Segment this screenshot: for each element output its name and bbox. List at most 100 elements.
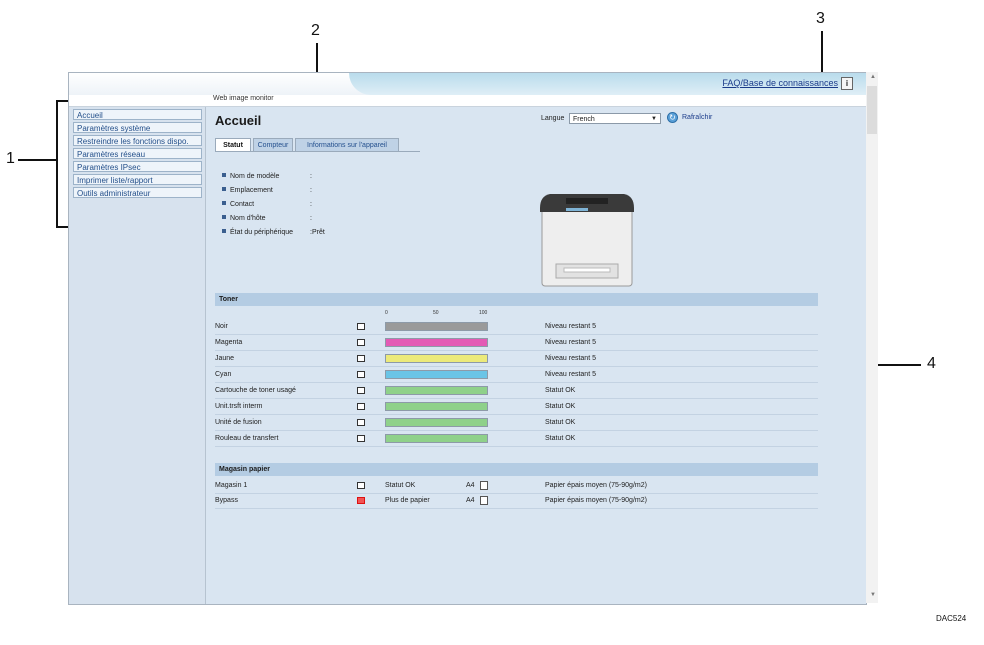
bullet-icon — [222, 229, 226, 233]
device-row-contact: Contact: — [222, 201, 312, 208]
scrollbar-thumb[interactable] — [867, 86, 877, 134]
info-icon[interactable]: i — [841, 77, 853, 90]
toner-level-bar — [385, 418, 488, 427]
toner-row-label: Unit.trsft interm — [215, 403, 263, 410]
toner-scale-100: 100 — [479, 310, 488, 316]
paper-empty-icon — [357, 497, 365, 504]
language-value: French — [573, 116, 595, 123]
toner-row-label: Rouleau de transfert — [215, 435, 279, 442]
sidebar-item-outils-admin[interactable]: Outils administrateur — [73, 187, 202, 198]
figure-id: DAC524 — [936, 614, 967, 623]
paper-size: A4 — [466, 482, 475, 489]
device-row-status: État du périphérique:Prêt — [222, 229, 325, 236]
bullet-icon — [222, 187, 226, 191]
paper-tray-icon — [357, 482, 365, 489]
toner-level-bar — [385, 338, 488, 347]
toner-row: Unité de fusion Statut OK — [215, 415, 818, 431]
callout-1: 1 — [6, 150, 15, 167]
scrollbar[interactable] — [866, 72, 878, 603]
sidebar-item-accueil[interactable]: Accueil — [73, 109, 202, 120]
toner-level-bar — [385, 322, 488, 331]
sidebar-item-parametres-ipsec[interactable]: Paramètres IPsec — [73, 161, 202, 172]
paper-sheet-icon — [480, 496, 488, 505]
toner-row-status: Niveau restant 5 — [545, 323, 596, 330]
paper-row: Bypass Plus de papier A4 Papier épais moyen… — [215, 493, 818, 509]
header-strip — [69, 95, 866, 107]
toner-row-status: Niveau restant 5 — [545, 339, 596, 346]
paper-tray-label: Magasin 1 — [215, 482, 248, 489]
waste-toner-icon — [357, 387, 365, 394]
toner-row-status: Niveau restant 5 — [545, 355, 596, 362]
paper-tray-status: Statut OK — [385, 482, 416, 489]
callout-1-line — [18, 159, 58, 161]
callout-4-line — [877, 364, 921, 366]
bullet-icon — [222, 201, 226, 205]
paper-sheet-icon — [480, 481, 488, 490]
toner-level-bar — [385, 402, 488, 411]
toner-level-bar — [385, 370, 488, 379]
language-select[interactable]: French ▼ — [569, 113, 661, 124]
sidebar: Accueil Paramètres système Restreindre l… — [69, 107, 206, 604]
unit-icon — [357, 435, 365, 442]
sidebar-item-restreindre-fonctions[interactable]: Restreindre les fonctions dispo. — [73, 135, 202, 146]
toner-row-status: Statut OK — [545, 387, 576, 394]
sidebar-item-parametres-systeme[interactable]: Paramètres système — [73, 122, 202, 133]
scroll-down-icon[interactable]: ▼ — [870, 592, 876, 598]
refresh-link[interactable]: Rafraîchir — [682, 114, 712, 121]
refresh-icon[interactable]: ↻ — [667, 112, 678, 123]
tab-underline — [215, 151, 420, 152]
web-image-monitor-window: FAQ/Base de connaissances i Web image mo… — [68, 72, 867, 605]
toner-row-label: Cartouche de toner usagé — [215, 387, 296, 394]
toner-row: Noir Niveau restant 5 — [215, 319, 818, 335]
paper-tray-status: Plus de papier — [385, 497, 430, 504]
toner-row: Cartouche de toner usagé Statut OK — [215, 383, 818, 399]
toner-row: Jaune Niveau restant 5 — [215, 351, 818, 367]
tab-informations[interactable]: Informations sur l'appareil — [295, 138, 399, 152]
top-banner-accent: FAQ/Base de connaissances i — [349, 73, 866, 95]
unit-icon — [357, 419, 365, 426]
toner-row: Rouleau de transfert Statut OK — [215, 431, 818, 447]
page-title: Accueil — [215, 113, 262, 128]
device-row-hostname: Nom d'hôte: — [222, 215, 312, 222]
product-name: Web image monitor — [213, 95, 274, 102]
toner-bottle-icon — [357, 339, 365, 346]
printer-image — [540, 194, 634, 287]
callout-4: 4 — [927, 355, 936, 372]
toner-row-status: Statut OK — [545, 435, 576, 442]
toner-level-bar — [385, 434, 488, 443]
unit-icon — [357, 403, 365, 410]
paper-type: Papier épais moyen (75-90g/m2) — [545, 482, 647, 489]
chevron-down-icon: ▼ — [651, 116, 657, 122]
paper-size: A4 — [466, 497, 475, 504]
toner-row-status: Statut OK — [545, 419, 576, 426]
toner-bottle-icon — [357, 371, 365, 378]
callout-3-line — [821, 31, 823, 75]
paper-type: Papier épais moyen (75-90g/m2) — [545, 497, 647, 504]
main-content: Accueil Langue French ▼ ↻ Rafraîchir Sta… — [206, 107, 866, 604]
tab-statut[interactable]: Statut — [215, 138, 251, 152]
sidebar-item-parametres-reseau[interactable]: Paramètres réseau — [73, 148, 202, 159]
toner-level-bar — [385, 386, 488, 395]
toner-bottle-icon — [357, 323, 365, 330]
toner-row-status: Statut OK — [545, 403, 576, 410]
toner-bottle-icon — [357, 355, 365, 362]
callout-1-bracket — [56, 100, 58, 228]
paper-section-header: Magasin papier — [215, 463, 818, 476]
toner-row: Cyan Niveau restant 5 — [215, 367, 818, 383]
toner-row-label: Cyan — [215, 371, 232, 378]
toner-scale-50: 50 — [433, 310, 439, 316]
device-row-model: Nom de modèle: — [222, 173, 312, 180]
paper-tray-label: Bypass — [215, 497, 238, 504]
scroll-up-icon[interactable]: ▲ — [870, 74, 876, 80]
tab-compteur[interactable]: Compteur — [253, 138, 293, 152]
toner-row-label: Magenta — [215, 339, 243, 346]
toner-scale-0: 0 — [385, 310, 388, 316]
toner-row-status: Niveau restant 5 — [545, 371, 596, 378]
sidebar-item-imprimer-liste[interactable]: Imprimer liste/rapport — [73, 174, 202, 185]
toner-row-label: Noir — [215, 323, 228, 330]
faq-link[interactable]: FAQ/Base de connaissances — [722, 78, 838, 88]
device-row-location: Emplacement: — [222, 187, 312, 194]
toner-row-label: Jaune — [215, 355, 235, 362]
toner-row-label: Unité de fusion — [215, 419, 262, 426]
bullet-icon — [222, 173, 226, 177]
